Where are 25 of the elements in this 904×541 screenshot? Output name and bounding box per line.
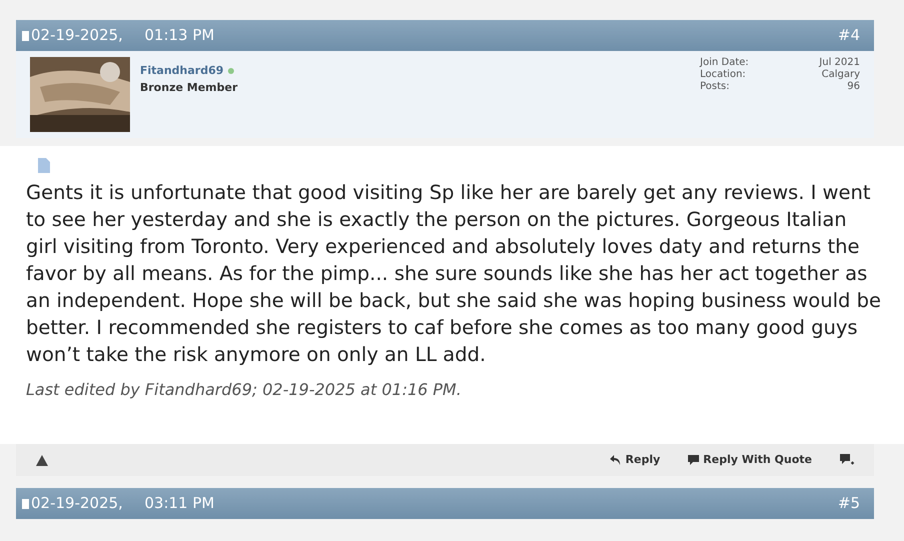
stat-value: Calgary (822, 69, 860, 81)
stat-label: Posts: (700, 81, 730, 93)
stat-label: Join Date: (700, 57, 749, 69)
post-message: Gents it is unfortunate that good visiting Sp like her are barely get any reviews. I went to see her yesterday and she is exactly the person on the pictures. Gorgeous Italian girl visiting from Toronto. Very experienced and absolutely loves daty and returns the favor by all means. As for the pimp... she sure sounds like she has her act together as an independent. Hope she will be back, but she said she was hoping business would be better. I recommended she registers to caf before she comes as too many good guys won’t take the risk anymore on only an LL add. (25, 180, 882, 368)
post-time: 01:13 PM (144, 25, 214, 46)
warning-icon[interactable] (36, 454, 48, 466)
user-rank: Bronze Member (140, 80, 238, 96)
speech-bubble-icon (688, 454, 700, 466)
stat-value: Jul 2021 (819, 57, 860, 69)
post-number[interactable]: #4 (838, 24, 860, 47)
document-icon (38, 158, 50, 173)
post-date: 02-19-2025, (31, 25, 124, 46)
post-time: 03:11 PM (144, 493, 214, 514)
post-date: 02-19-2025, (31, 493, 124, 514)
username-link[interactable]: Fitandhard69 (140, 63, 224, 80)
reply-button[interactable]: Reply (610, 452, 660, 468)
stat-value: 96 (847, 81, 860, 93)
last-edited-note: Last edited by Fitandhard69; 02-19-2025 at 01:16 PM. (25, 379, 462, 401)
multi-quote-icon[interactable] (840, 454, 854, 466)
reply-with-quote-button[interactable]: Reply With Quote (688, 452, 812, 468)
reply-arrow-icon (610, 455, 622, 465)
post-number[interactable]: #5 (838, 492, 860, 515)
post-icon (22, 30, 29, 40)
stat-label: Location: (700, 69, 746, 81)
post-icon (22, 498, 29, 508)
